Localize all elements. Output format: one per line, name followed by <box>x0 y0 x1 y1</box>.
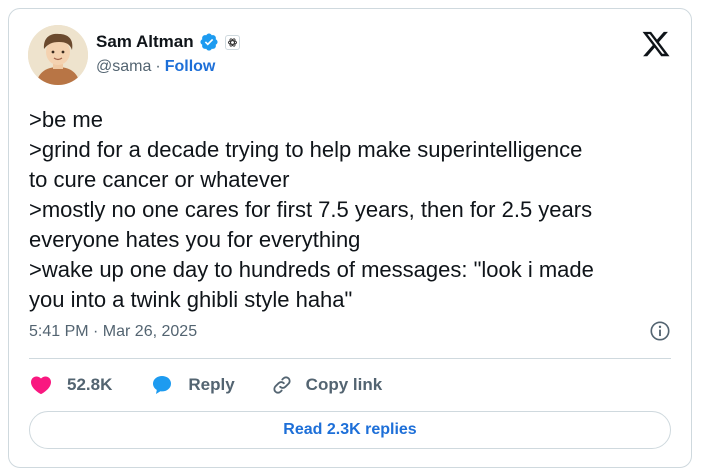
tweet-line: >wake up one day to hundreds of messages… <box>29 257 594 282</box>
tweet-line: >mostly no one cares for first 7.5 years… <box>29 197 593 222</box>
reply-button[interactable]: Reply <box>150 373 235 397</box>
reply-label: Reply <box>188 375 235 394</box>
tweet-line: to cure cancer or whatever <box>29 167 290 192</box>
openai-affiliate-icon[interactable] <box>224 34 240 50</box>
heart-icon <box>29 373 53 397</box>
verified-badge-icon[interactable] <box>199 32 219 52</box>
tweet-line: >be me <box>29 107 103 132</box>
like-button[interactable]: 52.8K <box>29 373 112 397</box>
tweet-text: >be me >grind for a decade trying to hel… <box>29 105 679 315</box>
tweet-card: Sam Altman @sama · Follow >be me >grind … <box>8 8 692 468</box>
x-logo-icon[interactable] <box>641 29 671 59</box>
author-info: Sam Altman @sama · Follow <box>96 31 240 76</box>
copy-link-button[interactable]: Copy link <box>271 374 383 396</box>
tweet-header: Sam Altman @sama · Follow <box>28 25 675 87</box>
separator: · <box>155 58 161 75</box>
reply-bubble-icon <box>150 373 174 397</box>
divider <box>29 358 671 359</box>
tweet-line: everyone hates you for everything <box>29 227 361 252</box>
tweet-timestamp[interactable]: 5:41 PM · Mar 26, 2025 <box>29 323 197 341</box>
author-name[interactable]: Sam Altman <box>96 32 194 52</box>
follow-button[interactable]: Follow <box>165 58 216 76</box>
link-icon <box>271 374 293 396</box>
info-icon[interactable] <box>649 320 671 342</box>
tweet-actions: 52.8K Reply Copy link <box>29 371 382 399</box>
copy-link-label: Copy link <box>305 375 383 394</box>
read-replies-button[interactable]: Read 2.3K replies <box>29 411 671 449</box>
tweet-line: you into a twink ghibli style haha" <box>29 287 353 312</box>
avatar[interactable] <box>28 25 88 85</box>
tweet-line: >grind for a decade trying to help make … <box>29 137 583 162</box>
author-handle[interactable]: @sama <box>96 58 151 76</box>
like-count: 52.8K <box>67 375 113 394</box>
